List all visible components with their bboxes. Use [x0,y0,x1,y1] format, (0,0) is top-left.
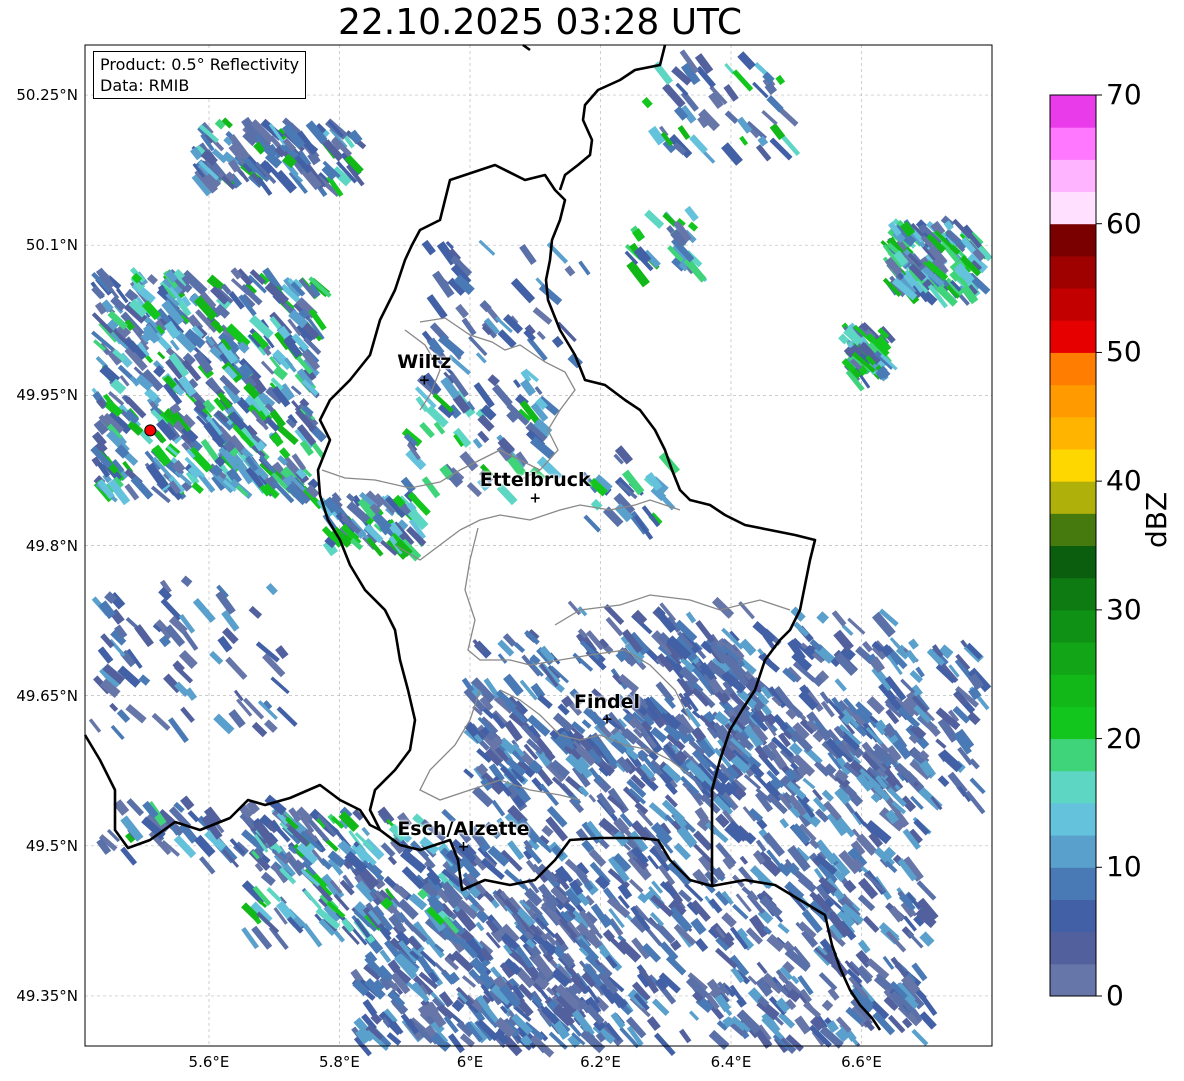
colorbar-segment [1050,931,1096,965]
colorbar-segment [1050,802,1096,836]
lon-tick-label: 6.6°E [841,1053,882,1071]
lat-tick-label: 50.25°N [16,86,78,105]
colorbar-segment [1050,963,1096,997]
colorbar-segment [1050,159,1096,193]
colorbar-segment [1050,95,1096,128]
colorbar-segment [1050,577,1096,611]
colorbar [1049,94,1102,997]
colorbar-segment [1050,642,1096,675]
colorbar-segment [1050,545,1096,579]
lat-tick-label: 49.8°N [25,536,78,555]
city-label: Esch/Alzette [397,817,530,840]
colorbar-tick-label: 60 [1106,206,1142,240]
city-marker: + [418,372,430,388]
colorbar-segment [1050,320,1096,353]
city-marker: + [529,490,541,506]
colorbar-segment [1050,770,1096,804]
product-label: Product: 0.5° Reflectivity [100,55,300,74]
colorbar-segment [1050,706,1096,740]
colorbar-tick-label: 10 [1106,850,1142,884]
colorbar-segment [1050,191,1096,225]
colorbar-segment [1050,674,1096,707]
lon-tick-label: 5.6°E [188,1053,230,1071]
city-label: Wiltz [397,351,452,374]
lat-tick-label: 50.1°N [25,236,78,255]
lon-tick-label: 6.4°E [710,1053,752,1071]
colorbar-tick-label: 70 [1106,78,1142,111]
city-marker: + [601,712,613,728]
colorbar-segment [1050,448,1096,482]
colorbar-segment [1050,738,1096,772]
lon-tick-label: 6.2°E [580,1053,621,1071]
colorbar-segment [1050,288,1096,321]
data-source-label: Data: RMIB [100,76,190,95]
colorbar-segment [1050,352,1096,386]
colorbar-segment [1050,835,1096,868]
lat-tick-label: 49.95°N [16,386,78,405]
colorbar-segment [1050,609,1096,643]
colorbar-tick-label: 20 [1106,721,1142,755]
colorbar-tick-label: 0 [1106,979,1124,1012]
lon-tick-label: 6°E [456,1053,484,1071]
lat-tick-label: 49.5°N [25,836,78,855]
colorbar-segment [1050,867,1096,900]
lat-tick-label: 49.65°N [16,686,78,705]
colorbar-segment [1050,481,1096,514]
lat-tick-label: 49.35°N [16,986,78,1005]
colorbar-tick-label: 40 [1106,464,1142,498]
colorbar-segment [1050,416,1096,450]
colorbar-segment [1050,255,1096,289]
colorbar-segment [1050,223,1096,257]
colorbar-segment [1050,899,1096,933]
colorbar-tick-label: 50 [1106,335,1142,369]
colorbar-segment [1050,513,1096,546]
city-label: Findel [573,690,641,713]
colorbar-segment [1050,127,1096,160]
lon-tick-label: 5.8°E [319,1053,360,1071]
colorbar-segment [1050,384,1096,418]
colorbar-tick-label: 30 [1106,592,1142,626]
product-info-box: Product: 0.5° Reflectivity Data: RMIB [93,51,307,99]
radar-map: + + + + [83,43,1102,1058]
colorbar-label: dBZ [1140,491,1173,548]
city-marker: + [458,839,470,855]
city-label: Ettelbruck [479,469,591,492]
radar-site-marker [144,424,157,437]
